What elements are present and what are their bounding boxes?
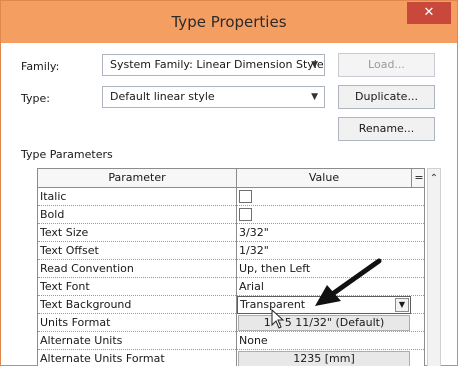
parameter-name: Text Background (38, 296, 237, 314)
close-button[interactable]: ✕ (407, 2, 451, 24)
rename-button[interactable]: Rename... (338, 117, 435, 141)
parameter-name: Bold (38, 206, 237, 224)
duplicate-button[interactable]: Duplicate... (338, 85, 435, 109)
family-label: Family: (21, 60, 60, 73)
type-dropdown[interactable]: Default linear style ▼ (102, 86, 325, 108)
dialog-title: Type Properties (171, 13, 287, 31)
parameter-value[interactable]: None (237, 332, 411, 350)
bold-checkbox[interactable] (239, 208, 252, 221)
italic-checkbox[interactable] (239, 190, 252, 203)
chevron-down-icon: ▼ (311, 92, 318, 102)
parameter-name: Text Offset (38, 242, 237, 260)
parameter-value[interactable]: Transparent ▼ (237, 296, 411, 314)
alternate-units-format-button[interactable]: 1235 [mm] (238, 351, 410, 366)
parameter-name: Text Font (38, 278, 237, 296)
parameter-value[interactable] (237, 206, 411, 224)
parameter-name: Read Convention (38, 260, 237, 278)
chevron-down-icon[interactable]: ▼ (395, 298, 409, 312)
parameter-value[interactable]: 1/32" (237, 242, 411, 260)
table-header: Parameter Value = (38, 169, 424, 188)
units-format-button[interactable]: 1' - 5 11/32" (Default) (238, 315, 410, 331)
mouse-cursor-icon (271, 309, 285, 329)
type-label: Type: (21, 92, 50, 105)
table-row[interactable]: Text Background Transparent ▼ (38, 296, 424, 314)
type-properties-dialog: Type Properties ✕ Family: System Family:… (0, 0, 458, 366)
value-column-header[interactable]: Value (237, 169, 411, 188)
table-row[interactable]: Italic (38, 188, 424, 206)
load-button[interactable]: Load... (338, 53, 435, 77)
text-background-select[interactable]: Transparent ▼ (237, 296, 411, 314)
parameter-name: Text Size (38, 224, 237, 242)
family-value: System Family: Linear Dimension Style (110, 58, 324, 71)
parameter-value[interactable]: Up, then Left (237, 260, 411, 278)
parameter-name: Italic (38, 188, 237, 206)
parameter-column-header[interactable]: Parameter (38, 169, 237, 188)
chevron-up-icon[interactable]: ⌃ (428, 173, 440, 184)
parameter-name: Units Format (38, 314, 237, 332)
chevron-down-icon: ▼ (311, 60, 318, 70)
parameter-value[interactable]: 1' - 5 11/32" (Default) (237, 314, 411, 332)
parameter-value[interactable]: 3/32" (237, 224, 411, 242)
table-row[interactable]: Text Size 3/32" (38, 224, 424, 242)
table-row[interactable]: Read Convention Up, then Left (38, 260, 424, 278)
family-dropdown[interactable]: System Family: Linear Dimension Style ▼ (102, 54, 325, 76)
parameter-value[interactable]: 1235 [mm] (237, 350, 411, 366)
table-row[interactable]: Text Font Arial (38, 278, 424, 296)
type-parameters-label: Type Parameters (21, 148, 113, 161)
table-row[interactable]: Bold (38, 206, 424, 224)
parameter-name: Alternate Units (38, 332, 237, 350)
parameter-value[interactable]: Arial (237, 278, 411, 296)
table-row[interactable]: Alternate Units None (38, 332, 424, 350)
table-row[interactable]: Units Format 1' - 5 11/32" (Default) (38, 314, 424, 332)
close-icon: ✕ (423, 5, 435, 20)
parameter-value[interactable] (237, 188, 411, 206)
formula-column-header[interactable]: = (411, 169, 424, 188)
parameter-name: Alternate Units Format (38, 350, 237, 366)
table-row[interactable]: Alternate Units Format 1235 [mm] (38, 350, 424, 366)
type-value: Default linear style (110, 90, 215, 103)
table-row[interactable]: Text Offset 1/32" (38, 242, 424, 260)
vertical-scrollbar[interactable]: ⌃ (427, 168, 441, 366)
type-parameters-table: Parameter Value = Italic Bold Text Size … (37, 168, 425, 366)
title-bar[interactable]: Type Properties ✕ (1, 1, 457, 43)
